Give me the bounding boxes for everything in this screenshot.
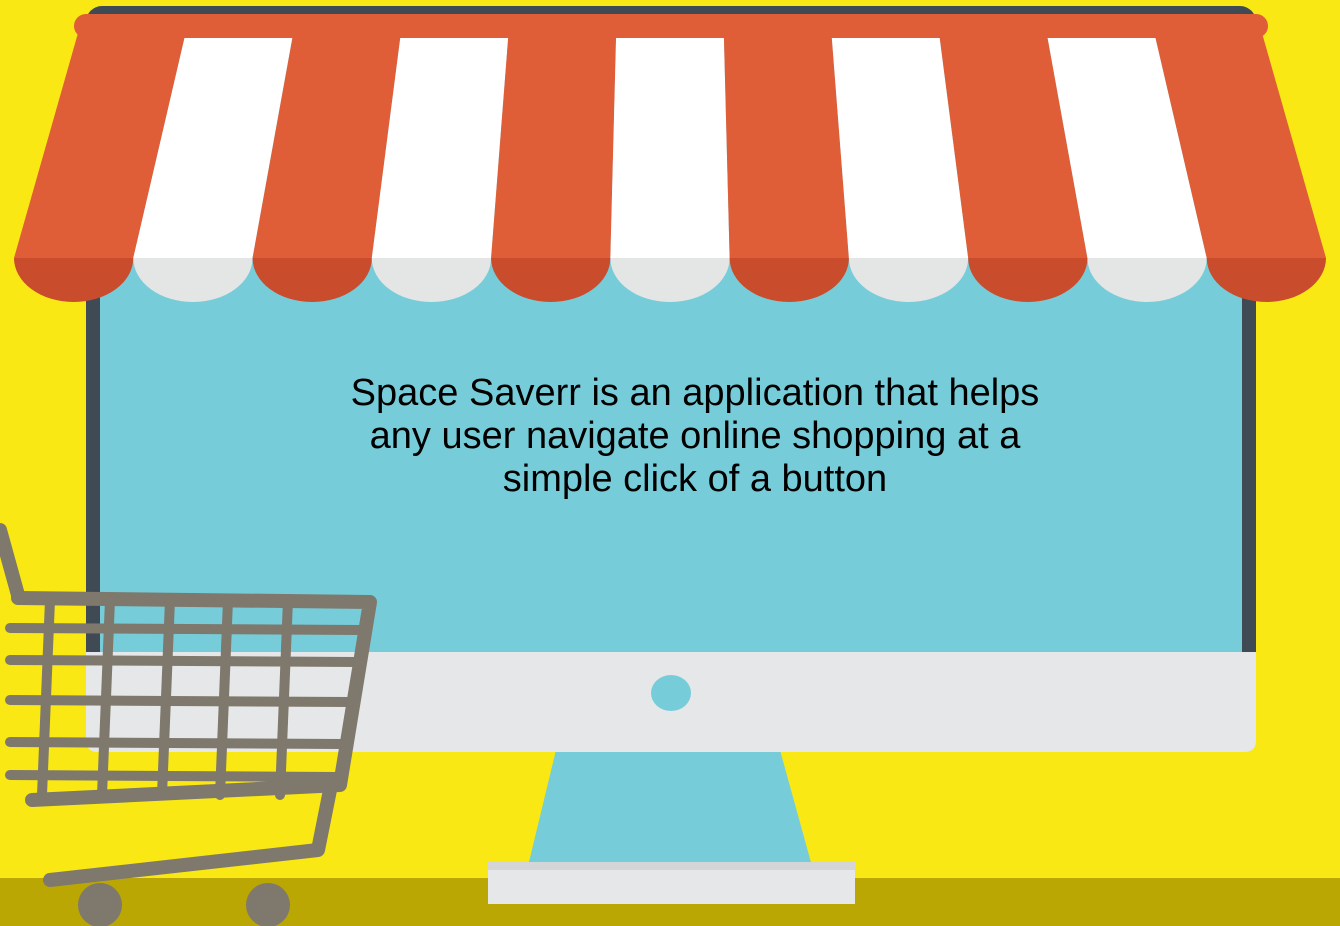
cart-wire (5, 623, 367, 635)
awning-stripe (610, 26, 730, 258)
cart-wire (5, 655, 362, 667)
monitor-stand (528, 750, 812, 866)
cart-wire (5, 770, 342, 782)
cart-wire (5, 695, 355, 707)
awning-rail (74, 14, 1268, 38)
cart-wire (5, 737, 348, 749)
awning-stripe (491, 26, 617, 258)
app-description: Space Saverr is an application that help… (350, 372, 1040, 500)
awning-stripe (723, 26, 849, 258)
power-indicator (651, 675, 691, 711)
cart-wheel (246, 883, 290, 926)
storefront-illustration: Space Saverr is an application that help… (0, 0, 1340, 926)
shop-awning-icon (14, 14, 1326, 302)
cart-wheel (78, 883, 122, 926)
